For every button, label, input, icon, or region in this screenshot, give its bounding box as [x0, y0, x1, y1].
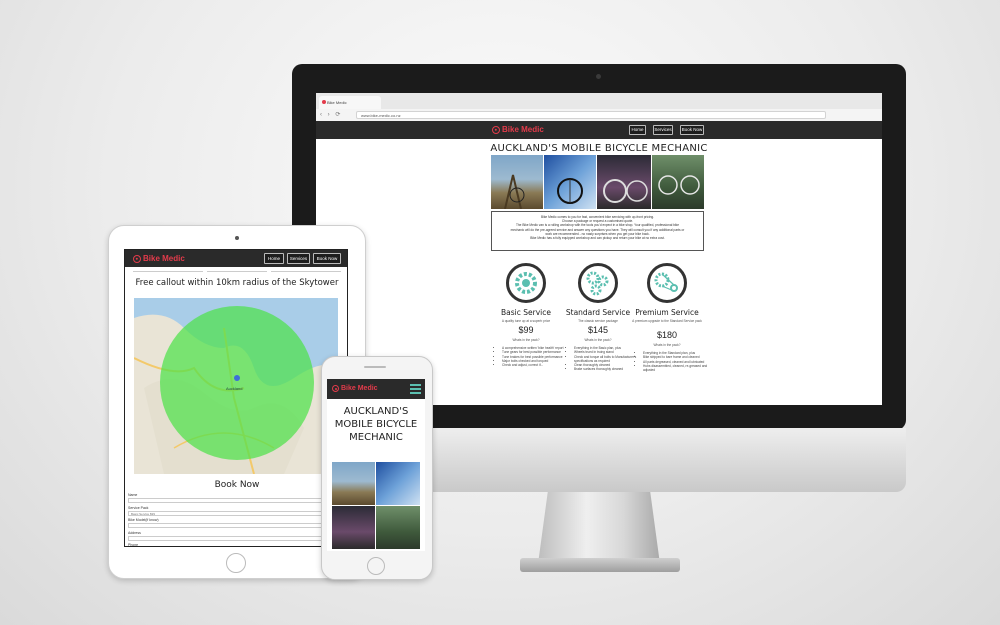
- single-cog-icon: [506, 263, 546, 303]
- intro-line: The Bike Medic van is a rolling workshop…: [515, 223, 680, 228]
- service-price: $99: [518, 325, 534, 335]
- coverage-heading: Free callout within 10km radius of the S…: [135, 278, 339, 288]
- brand-name: Bike Medic: [143, 254, 185, 263]
- hamburger-menu-icon[interactable]: [410, 383, 421, 395]
- tablet-screen: Bike Medic Home Services Book Now Free c…: [124, 249, 348, 547]
- wheel-icon: [133, 254, 141, 263]
- service-whats-in: Whats in the pack?: [653, 343, 681, 347]
- service-feature-list: Everything in the Standard plan, plus Bi…: [637, 351, 713, 372]
- browser-tab[interactable]: Bike Medic: [319, 96, 381, 109]
- hero-photo-bikes: [376, 506, 420, 549]
- name-field[interactable]: [128, 498, 338, 503]
- intro-text-box: Bike Medic comes to you for fast, conven…: [491, 211, 704, 251]
- page-title: AUCKLAND'S MOBILE BICYCLE MECHANIC: [490, 143, 708, 154]
- brand-name: Bike Medic: [341, 385, 378, 392]
- title-line: AUCKLAND'S: [343, 406, 409, 417]
- hero-photo-city: [544, 155, 596, 209]
- hero-photo-bikes: [652, 155, 704, 209]
- service-price: $180: [656, 330, 678, 340]
- service-title: Basic Service: [501, 308, 551, 317]
- favicon-icon: [322, 100, 326, 104]
- service-subtitle: A premium upgrade to the Standard Servic…: [632, 319, 702, 323]
- page-title: AUCKLAND'S MOBILE BICYCLE MECHANIC: [327, 405, 425, 444]
- hero-photo-city: [376, 462, 420, 505]
- hero-photo-trail: [491, 155, 543, 209]
- imac-stand: [538, 492, 660, 564]
- bike-model-field[interactable]: [128, 523, 338, 528]
- multi-cog-icon: [578, 263, 618, 303]
- home-button[interactable]: [367, 557, 385, 575]
- coverage-map[interactable]: Auckland: [134, 298, 338, 474]
- chain-drive-icon: [647, 263, 687, 303]
- service-subtitle: The classic service package: [578, 319, 618, 323]
- title-line: MOBILE BICYCLE: [334, 419, 418, 430]
- divider: [207, 271, 267, 272]
- site-logo[interactable]: Bike Medic: [133, 254, 185, 263]
- service-whats-in: Whats in the pack?: [584, 338, 612, 342]
- intro-line: Bike Medic has a fully equipped workshop…: [530, 236, 665, 241]
- camera-icon: [235, 236, 239, 240]
- brand-name: Bike Medic: [502, 125, 544, 134]
- service-pack-select[interactable]: Basic Service $99: [128, 511, 338, 516]
- service-price: $145: [587, 325, 609, 335]
- hero-photo-bike-night: [332, 506, 375, 549]
- form-label-name: Name: [128, 493, 138, 497]
- divider: [271, 271, 341, 272]
- speaker-grille: [364, 366, 386, 368]
- address-field[interactable]: [128, 536, 338, 541]
- phone-screen: Bike Medic AUCKLAND'S MOBILE BICYCLE MEC…: [327, 379, 425, 551]
- site-header: Bike Medic Home Services Book Now: [125, 250, 347, 267]
- hero-photo-bike-night: [597, 155, 651, 209]
- wheel-icon: [332, 385, 339, 392]
- browser-nav-icons[interactable]: ‹ › ⟳: [320, 111, 342, 119]
- imac-stand-base: [520, 558, 680, 572]
- nav-home-button[interactable]: Home: [629, 125, 646, 135]
- site-header: Bike Medic Home Services Book Now: [316, 121, 882, 139]
- divider: [133, 271, 203, 272]
- form-label-address: Address: [128, 531, 141, 535]
- title-line: MECHANIC: [349, 432, 403, 443]
- site-logo[interactable]: Bike Medic: [492, 125, 544, 134]
- nav-services-button[interactable]: Services: [653, 125, 673, 135]
- wheel-icon: [492, 125, 500, 134]
- service-subtitle: A quality tune up at a superb price: [501, 319, 551, 323]
- site-header: Bike Medic: [327, 379, 425, 399]
- home-button[interactable]: [226, 553, 246, 573]
- nav-services-button[interactable]: Services: [287, 253, 310, 264]
- nav-home-button[interactable]: Home: [264, 253, 284, 264]
- form-label-phone: Phone: [128, 543, 139, 547]
- site-logo[interactable]: Bike Medic: [332, 385, 378, 392]
- url-field[interactable]: www.bike-medic.co.nz: [356, 111, 826, 119]
- service-title: Premium Service: [635, 308, 699, 317]
- map-city-label: Auckland: [226, 386, 243, 391]
- service-title: Standard Service: [565, 308, 631, 317]
- hero-photo-trail: [332, 462, 375, 505]
- nav-book-now-button[interactable]: Book Now: [680, 125, 704, 135]
- service-feature-list: A comprehensive written 'bike health' re…: [496, 346, 572, 367]
- camera-icon: [596, 74, 601, 79]
- browser-tab-label: Bike Medic: [327, 100, 347, 105]
- form-label-bike-model: Bike Model(if know): [128, 518, 159, 522]
- form-label-service-pack: Service Pack: [128, 506, 149, 510]
- list-item: Check and adjust, correct if...: [502, 363, 572, 367]
- list-item: Hubs disassembled, cleaned, re-greased a…: [643, 364, 713, 373]
- service-whats-in: Whats in the pack?: [512, 338, 540, 342]
- nav-book-now-button[interactable]: Book Now: [313, 253, 341, 264]
- browser-tab-strip: Bike Medic: [316, 93, 882, 110]
- book-now-title: Book Now: [214, 480, 260, 490]
